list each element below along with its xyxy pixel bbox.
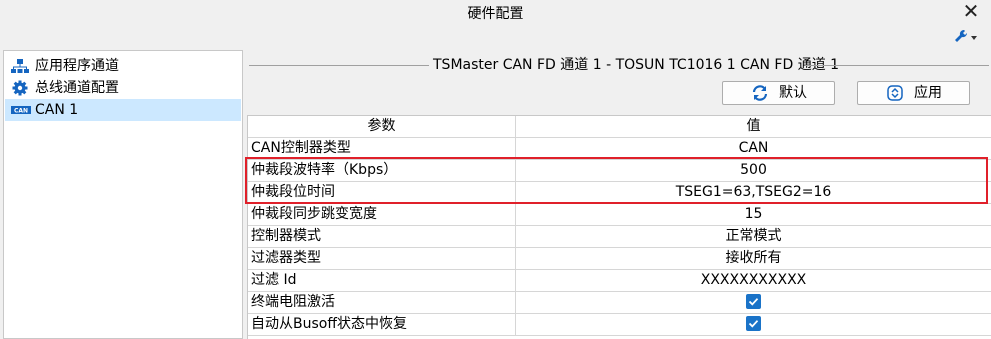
table-row[interactable]: 过滤器类型 接收所有 bbox=[248, 248, 991, 270]
title-bar: 硬件配置 ✕ bbox=[0, 0, 991, 26]
window-title: 硬件配置 bbox=[467, 6, 524, 22]
param-cell: 自动从Busoff状态中恢复 bbox=[248, 314, 516, 335]
table-row[interactable]: 仲裁段同步跳变宽度 15 bbox=[248, 204, 991, 226]
table-row[interactable]: 仲裁段位时间 TSEG1=63,TSEG2=16 bbox=[248, 182, 991, 204]
param-cell: 终端电阻激活 bbox=[248, 292, 516, 313]
table-header: 参数 值 bbox=[248, 116, 991, 138]
apply-button[interactable]: 应用 bbox=[857, 81, 970, 105]
sidebar-item-label: 总线通道配置 bbox=[35, 80, 119, 96]
divider bbox=[249, 65, 429, 66]
param-cell: 仲裁段位时间 bbox=[248, 182, 516, 203]
close-icon[interactable]: ✕ bbox=[961, 0, 981, 22]
column-header-value[interactable]: 值 bbox=[516, 116, 991, 137]
check-icon bbox=[748, 319, 759, 328]
apply-icon bbox=[886, 85, 904, 101]
table-row[interactable]: 控制器模式 正常模式 bbox=[248, 226, 991, 248]
value-cell bbox=[516, 292, 991, 313]
check-icon bbox=[748, 297, 759, 306]
default-button[interactable]: 默认 bbox=[722, 81, 835, 105]
divider bbox=[805, 65, 989, 66]
sidebar-item-bus-config[interactable]: 总线通道配置 bbox=[5, 77, 241, 99]
param-cell: 仲裁段波特率（Kbps） bbox=[248, 160, 516, 181]
table-row[interactable]: 终端电阻激活 bbox=[248, 292, 991, 314]
value-cell[interactable]: CAN bbox=[516, 138, 991, 159]
busoff-recovery-checkbox[interactable] bbox=[746, 315, 761, 331]
sidebar-item-can1[interactable]: CAN CAN 1 bbox=[5, 99, 241, 121]
table-row[interactable]: 仲裁段波特率（Kbps） 500 bbox=[248, 160, 991, 182]
value-cell[interactable]: XXXXXXXXXXX bbox=[516, 270, 991, 291]
sidebar-item-label: 应用程序通道 bbox=[35, 58, 119, 74]
section-title: TSMaster CAN FD 通道 1 - TOSUN TC1016 1 CA… bbox=[433, 57, 840, 73]
param-cell: 过滤 Id bbox=[248, 270, 516, 291]
value-cell[interactable]: 500 bbox=[516, 160, 991, 181]
value-cell[interactable]: TSEG1=63,TSEG2=16 bbox=[516, 182, 991, 203]
termination-checkbox[interactable] bbox=[746, 293, 761, 309]
toolbar bbox=[0, 26, 991, 48]
value-cell[interactable]: 接收所有 bbox=[516, 248, 991, 269]
main-panel: TSMaster CAN FD 通道 1 - TOSUN TC1016 1 CA… bbox=[245, 50, 991, 339]
default-button-label: 默认 bbox=[779, 85, 807, 101]
gear-icon bbox=[11, 80, 29, 96]
refresh-icon bbox=[751, 85, 769, 101]
svg-text:CAN: CAN bbox=[14, 108, 28, 115]
param-cell: CAN控制器类型 bbox=[248, 138, 516, 159]
can-icon: CAN bbox=[11, 102, 31, 118]
table-row[interactable]: 过滤 Id XXXXXXXXXXX bbox=[248, 270, 991, 292]
table-row[interactable]: CAN控制器类型 CAN bbox=[248, 138, 991, 160]
section-header: TSMaster CAN FD 通道 1 - TOSUN TC1016 1 CA… bbox=[245, 56, 991, 74]
column-header-param[interactable]: 参数 bbox=[248, 116, 516, 137]
sidebar-tree: 应用程序通道 总线通道配置 CAN CAN 1 bbox=[3, 50, 243, 339]
table-row[interactable]: 自动从Busoff状态中恢复 bbox=[248, 314, 991, 336]
wrench-menu-icon[interactable] bbox=[953, 27, 979, 47]
value-cell[interactable]: 15 bbox=[516, 204, 991, 225]
network-icon bbox=[11, 58, 29, 74]
apply-button-label: 应用 bbox=[914, 85, 942, 101]
parameter-table: 参数 值 CAN控制器类型 CAN 仲裁段波特率（Kbps） 500 仲裁段位时… bbox=[247, 115, 991, 339]
param-cell: 仲裁段同步跳变宽度 bbox=[248, 204, 516, 225]
value-cell bbox=[516, 314, 991, 335]
param-cell: 控制器模式 bbox=[248, 226, 516, 247]
value-cell[interactable]: 正常模式 bbox=[516, 226, 991, 247]
sidebar-item-label: CAN 1 bbox=[35, 102, 79, 118]
param-cell: 过滤器类型 bbox=[248, 248, 516, 269]
sidebar-item-app-channels[interactable]: 应用程序通道 bbox=[5, 55, 241, 77]
